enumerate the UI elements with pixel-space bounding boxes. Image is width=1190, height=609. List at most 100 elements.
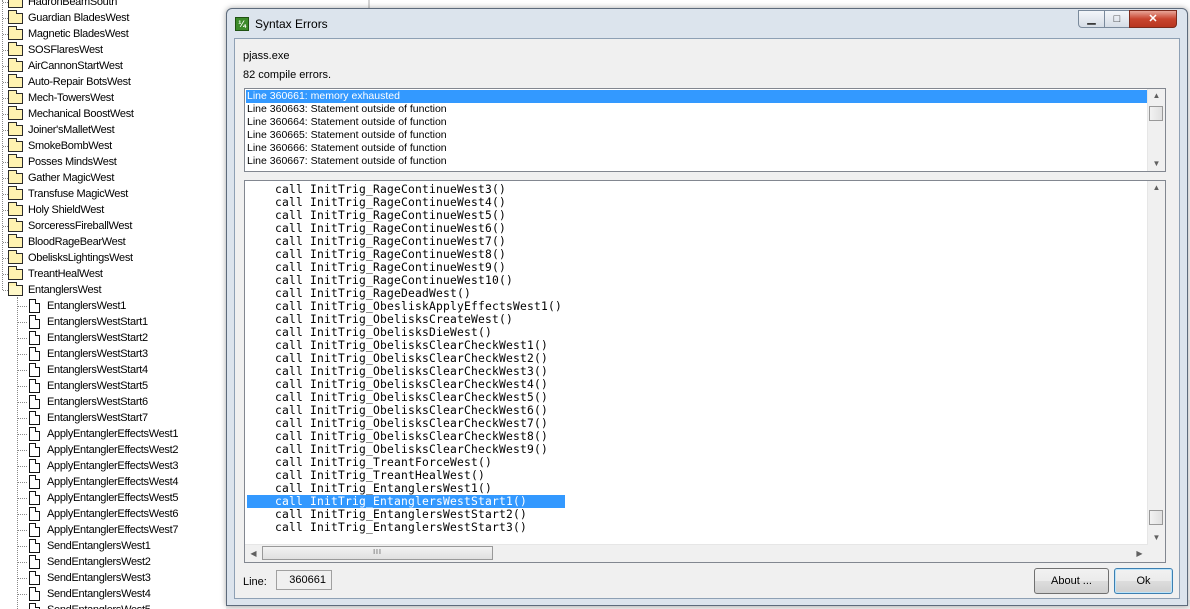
tree-trigger-item[interactable]: SendEntanglersWest1 <box>0 538 226 554</box>
code-line[interactable]: call InitTrig_ObelisksClearCheckWest9() <box>247 443 548 456</box>
minimize-button[interactable]: ▁ <box>1078 10 1105 28</box>
tree-trigger-item[interactable]: EntanglersWestStart3 <box>0 346 226 362</box>
tree-folder-item-open[interactable]: EntanglersWest <box>0 282 226 298</box>
code-line[interactable]: call InitTrig_ObelisksDieWest() <box>247 326 492 339</box>
tree-trigger-item[interactable]: EntanglersWestStart6 <box>0 394 226 410</box>
code-line[interactable]: call InitTrig_EntanglersWestStart3() <box>247 521 527 534</box>
scroll-down-icon[interactable]: ▼ <box>1148 157 1165 171</box>
tree-folder-item[interactable]: SorceressFireballWest <box>0 218 226 234</box>
code-line[interactable]: call InitTrig_RageContinueWest7() <box>247 235 506 248</box>
code-line[interactable]: call InitTrig_EntanglersWestStart1() <box>247 495 565 508</box>
error-list-scrollbar[interactable]: ▲ ▼ <box>1147 89 1165 171</box>
app-icon[interactable]: ¼ <box>235 17 249 31</box>
maximize-button[interactable]: □ <box>1104 10 1130 28</box>
title-bar[interactable]: ¼ Syntax Errors ▁ □ ✕ <box>227 9 1187 39</box>
tree-trigger-item[interactable]: EntanglersWestStart1 <box>0 314 226 330</box>
tree-trigger-item[interactable]: SendEntanglersWest4 <box>0 586 226 602</box>
tree-trigger-item[interactable]: ApplyEntanglerEffectsWest6 <box>0 506 226 522</box>
tree-folder-item[interactable]: SmokeBombWest <box>0 138 226 154</box>
tree-folder-item[interactable]: Magnetic BladesWest <box>0 26 226 42</box>
code-line[interactable]: call InitTrig_ObelisksClearCheckWest8() <box>247 430 548 443</box>
scroll-thumb[interactable] <box>1149 510 1163 525</box>
tree-folder-item[interactable]: SOSFlaresWest <box>0 42 226 58</box>
line-number-field[interactable]: 360661 <box>276 570 332 590</box>
tree-trigger-item[interactable]: ApplyEntanglerEffectsWest3 <box>0 458 226 474</box>
tree-folder-item[interactable]: Holy ShieldWest <box>0 202 226 218</box>
code-line[interactable]: call InitTrig_TreantHealWest() <box>247 469 485 482</box>
code-line[interactable]: call InitTrig_EntanglersWest1() <box>247 482 492 495</box>
tree-folder-item[interactable]: BloodRageBearWest <box>0 234 226 250</box>
tree-trigger-item[interactable]: SendEntanglersWest5 <box>0 602 226 609</box>
scroll-up-icon[interactable]: ▲ <box>1148 181 1165 195</box>
tree-trigger-item[interactable]: EntanglersWestStart5 <box>0 378 226 394</box>
ok-button[interactable]: Ok <box>1114 568 1173 594</box>
source-code-view[interactable]: call InitTrig_RageContinueWest3() call I… <box>244 180 1166 563</box>
error-list-item[interactable]: Line 360661: memory exhausted <box>246 90 1149 103</box>
tree-folder-item[interactable]: Transfuse MagicWest <box>0 186 226 202</box>
scroll-thumb[interactable] <box>1149 106 1163 121</box>
tree-folder-label: Mechanical BoostWest <box>28 108 134 120</box>
code-horizontal-scrollbar[interactable]: ◀ III ▶ <box>245 544 1148 562</box>
tree-trigger-item[interactable]: EntanglersWestStart7 <box>0 410 226 426</box>
tree-trigger-item[interactable]: ApplyEntanglerEffectsWest7 <box>0 522 226 538</box>
code-line[interactable]: call InitTrig_RageContinueWest6() <box>247 222 506 235</box>
horizontal-scroll-thumb[interactable]: III <box>262 546 493 560</box>
code-line[interactable]: call InitTrig_RageContinueWest3() <box>247 183 506 196</box>
close-button[interactable]: ✕ <box>1129 10 1177 28</box>
error-list[interactable]: Line 360661: memory exhausted Line 360663… <box>244 88 1166 172</box>
scroll-right-icon[interactable]: ▶ <box>1131 545 1148 562</box>
tree-trigger-item[interactable]: EntanglersWest1 <box>0 298 226 314</box>
code-vertical-scrollbar[interactable]: ▲ ▼ <box>1147 181 1165 545</box>
line-label: Line: <box>243 576 267 588</box>
code-line[interactable]: call InitTrig_ObelisksClearCheckWest4() <box>247 378 548 391</box>
code-line[interactable]: call InitTrig_RageContinueWest8() <box>247 248 506 261</box>
error-list-item[interactable]: Line 360663: Statement outside of functi… <box>246 103 1149 116</box>
scroll-down-icon[interactable]: ▼ <box>1148 531 1165 545</box>
scroll-left-icon[interactable]: ◀ <box>245 545 262 562</box>
trigger-document-icon <box>29 363 40 377</box>
code-line[interactable]: call InitTrig_RageContinueWest4() <box>247 196 506 209</box>
code-line[interactable]: call InitTrig_TreantForceWest() <box>247 456 492 469</box>
code-line[interactable]: call InitTrig_EntanglersWestStart2() <box>247 508 527 521</box>
tree-folder-item[interactable]: Auto-Repair BotsWest <box>0 74 226 90</box>
tree-trigger-item[interactable]: EntanglersWestStart4 <box>0 362 226 378</box>
tree-folder-item[interactable]: Guardian BladesWest <box>0 10 226 26</box>
tree-guide-line <box>18 562 27 563</box>
tree-trigger-item[interactable]: ApplyEntanglerEffectsWest5 <box>0 490 226 506</box>
about-button[interactable]: About ... <box>1034 568 1109 594</box>
tree-folder-item[interactable]: Mech-TowersWest <box>0 90 226 106</box>
code-line[interactable]: call InitTrig_RageContinueWest10() <box>247 274 513 287</box>
error-list-item[interactable]: Line 360665: Statement outside of functi… <box>246 129 1149 142</box>
code-line[interactable]: call InitTrig_RageContinueWest5() <box>247 209 506 222</box>
code-line[interactable]: call InitTrig_RageContinueWest9() <box>247 261 506 274</box>
tree-folder-item[interactable]: AirCannonStartWest <box>0 58 226 74</box>
error-list-item[interactable]: Line 360664: Statement outside of functi… <box>246 116 1149 129</box>
code-line[interactable]: call InitTrig_ObelisksCreateWest() <box>247 313 513 326</box>
tree-trigger-item[interactable]: ApplyEntanglerEffectsWest1 <box>0 426 226 442</box>
code-line[interactable]: call InitTrig_RageDeadWest() <box>247 287 471 300</box>
tree-folder-item[interactable]: Gather MagicWest <box>0 170 226 186</box>
tree-trigger-item[interactable]: SendEntanglersWest2 <box>0 554 226 570</box>
tree-folder-item[interactable]: Mechanical BoostWest <box>0 106 226 122</box>
tree-trigger-item[interactable]: ApplyEntanglerEffectsWest4 <box>0 474 226 490</box>
tree-folder-item[interactable]: TreantHealWest <box>0 266 226 282</box>
code-line[interactable]: call InitTrig_ObelisksClearCheckWest6() <box>247 404 548 417</box>
tree-trigger-item[interactable]: SendEntanglersWest3 <box>0 570 226 586</box>
error-list-item[interactable]: Line 360667: Statement outside of functi… <box>246 155 1149 168</box>
tree-folder-item[interactable]: HadronBeamSouth <box>0 0 226 10</box>
error-list-item[interactable]: Line 360666: Statement outside of functi… <box>246 142 1149 155</box>
tree-trigger-item[interactable]: ApplyEntanglerEffectsWest2 <box>0 442 226 458</box>
tree-folder-item[interactable]: ObelisksLightingsWest <box>0 250 226 266</box>
code-line[interactable]: call InitTrig_ObelisksClearCheckWest2() <box>247 352 548 365</box>
scroll-up-icon[interactable]: ▲ <box>1148 89 1165 103</box>
tree-trigger-label: EntanglersWestStart7 <box>47 412 148 424</box>
code-line[interactable]: call InitTrig_ObelisksClearCheckWest7() <box>247 417 548 430</box>
code-line[interactable]: call InitTrig_ObelisksClearCheckWest5() <box>247 391 548 404</box>
code-line[interactable]: call InitTrig_ObelisksClearCheckWest1() <box>247 339 548 352</box>
tree-folder-item[interactable]: Posses MindsWest <box>0 154 226 170</box>
code-line[interactable]: call InitTrig_ObelisksClearCheckWest3() <box>247 365 548 378</box>
code-line[interactable]: call InitTrig_ObesliskApplyEffectsWest1(… <box>247 300 562 313</box>
tree-trigger-item[interactable]: EntanglersWestStart2 <box>0 330 226 346</box>
trigger-tree[interactable]: HadronBeamSouth Guardian BladesWest Magnet… <box>0 0 226 609</box>
tree-folder-item[interactable]: Joiner'sMalletWest <box>0 122 226 138</box>
